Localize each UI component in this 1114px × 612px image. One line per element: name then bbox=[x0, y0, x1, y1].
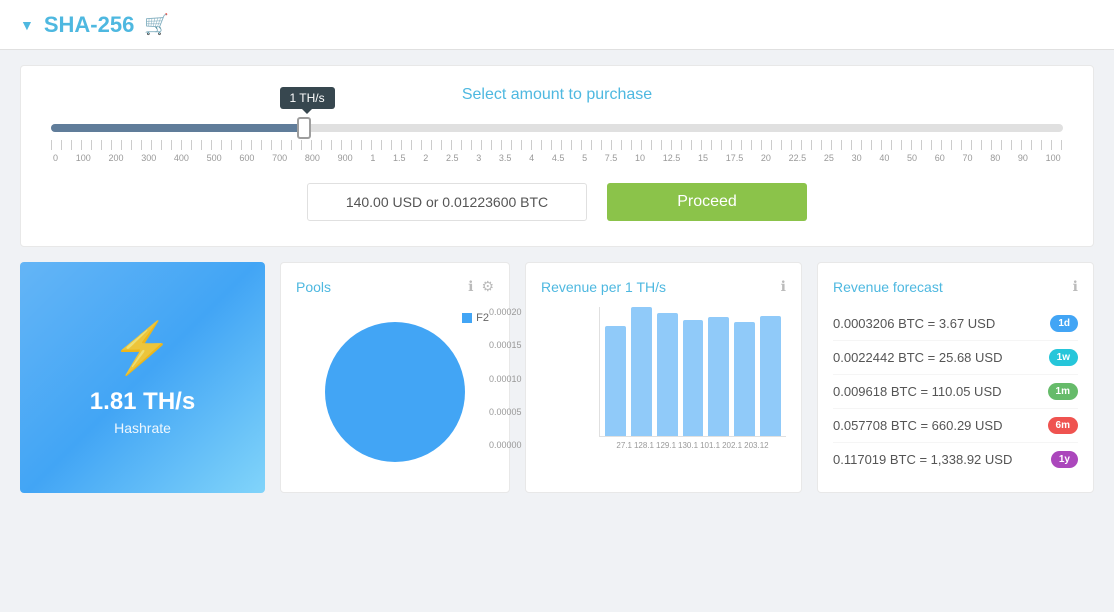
pools-content: F2 bbox=[296, 307, 494, 477]
hashrate-label: Hashrate bbox=[114, 420, 171, 436]
slider-container: 1 TH/s 0 100 200 300 400 500 600 700 800… bbox=[51, 124, 1063, 163]
legend-box bbox=[462, 313, 472, 323]
price-display: 140.00 USD or 0.01223600 BTC bbox=[307, 183, 587, 221]
forecast-value-1y: 0.117019 BTC = 1,338.92 USD bbox=[833, 452, 1012, 467]
forecast-row-1m: 0.009618 BTC = 110.05 USD 1m bbox=[833, 375, 1078, 409]
revenue-forecast-card: Revenue forecast ℹ 0.0003206 BTC = 3.67 … bbox=[817, 262, 1094, 493]
forecast-value-6m: 0.057708 BTC = 660.29 USD bbox=[833, 418, 1002, 433]
revenue-title: Revenue per 1 TH/s bbox=[541, 279, 666, 295]
purchase-card: Select amount to purchase 1 TH/s 0 100 2… bbox=[20, 65, 1094, 247]
forecast-title: Revenue forecast bbox=[833, 279, 943, 295]
top-bar: ▼ SHA-256 🛒 bbox=[0, 0, 1114, 50]
bar-2 bbox=[631, 307, 652, 436]
y-axis-labels: 0.00000 0.00005 0.00010 0.00015 0.00020 bbox=[489, 307, 522, 450]
tick-marks: 0 100 200 300 400 500 600 700 800 900 1 … bbox=[51, 153, 1063, 163]
bar-area bbox=[599, 307, 786, 437]
revenue-per-th-card: Revenue per 1 TH/s ℹ 0.00000 0.00005 0.0… bbox=[525, 262, 802, 493]
forecast-row-1w: 0.0022442 BTC = 25.68 USD 1w bbox=[833, 341, 1078, 375]
pie-chart bbox=[325, 322, 465, 462]
dropdown-arrow-icon[interactable]: ▼ bbox=[20, 17, 34, 33]
forecast-badge-1m: 1m bbox=[1048, 383, 1078, 400]
forecast-value-1d: 0.0003206 BTC = 3.67 USD bbox=[833, 316, 995, 331]
forecast-row-1y: 0.117019 BTC = 1,338.92 USD 1y bbox=[833, 443, 1078, 476]
pools-title: Pools bbox=[296, 279, 331, 295]
info-icon[interactable]: ℹ bbox=[1073, 278, 1078, 295]
legend-label: F2 bbox=[476, 312, 489, 324]
forecast-value-1w: 0.0022442 BTC = 25.68 USD bbox=[833, 350, 1002, 365]
forecast-value-1m: 0.009618 BTC = 110.05 USD bbox=[833, 384, 1002, 399]
forecast-badge-6m: 6m bbox=[1048, 417, 1078, 434]
x-axis-labels: 27.1 128.1 129.1 130.1 101.1 202.1 203.1… bbox=[599, 441, 786, 450]
proceed-button[interactable]: Proceed bbox=[607, 183, 807, 221]
forecast-icons: ℹ bbox=[1073, 278, 1078, 295]
bar-6 bbox=[734, 322, 755, 436]
revenue-header: Revenue per 1 TH/s ℹ bbox=[541, 278, 786, 295]
lightning-icon: ⚡ bbox=[111, 319, 173, 378]
hashrate-card: ⚡ 1.81 TH/s Hashrate bbox=[20, 262, 265, 493]
bar-chart: 0.00000 0.00005 0.00010 0.00015 0.00020 bbox=[541, 307, 786, 467]
ruler-bar bbox=[51, 140, 1063, 150]
bar-7 bbox=[760, 316, 781, 436]
forecast-badge-1y: 1y bbox=[1051, 451, 1078, 468]
forecast-header: Revenue forecast ℹ bbox=[833, 278, 1078, 295]
algorithm-title: SHA-256 bbox=[44, 12, 134, 38]
pools-card: Pools ℹ ⚙ F2 bbox=[280, 262, 510, 493]
bar-4 bbox=[683, 320, 704, 436]
forecast-row-1d: 0.0003206 BTC = 3.67 USD 1d bbox=[833, 307, 1078, 341]
cart-icon[interactable]: 🛒 bbox=[144, 12, 169, 37]
forecast-row-6m: 0.057708 BTC = 660.29 USD 6m bbox=[833, 409, 1078, 443]
bar-1 bbox=[605, 326, 626, 436]
cards-row: ⚡ 1.81 TH/s Hashrate Pools ℹ ⚙ F2 bbox=[20, 262, 1094, 493]
slider-tooltip: 1 TH/s bbox=[280, 87, 335, 109]
page-title: ▼ SHA-256 🛒 bbox=[20, 12, 169, 38]
purchase-bottom: 140.00 USD or 0.01223600 BTC Proceed bbox=[51, 183, 1063, 221]
forecast-badge-1d: 1d bbox=[1050, 315, 1078, 332]
slider-track: 1 TH/s bbox=[51, 124, 1063, 132]
pools-icons: ℹ ⚙ bbox=[468, 278, 494, 295]
slider-fill bbox=[51, 124, 304, 132]
slider-thumb[interactable]: 1 TH/s bbox=[297, 117, 311, 139]
info-icon[interactable]: ℹ bbox=[468, 278, 473, 295]
pools-header: Pools ℹ ⚙ bbox=[296, 278, 494, 295]
hashrate-value: 1.81 TH/s bbox=[90, 388, 195, 416]
forecast-rows: 0.0003206 BTC = 3.67 USD 1d 0.0022442 BT… bbox=[833, 307, 1078, 476]
pools-legend: F2 bbox=[462, 312, 489, 324]
bar-5 bbox=[708, 317, 729, 436]
purchase-title: Select amount to purchase bbox=[51, 86, 1063, 104]
revenue-icons: ℹ bbox=[781, 278, 786, 295]
main-content: Select amount to purchase 1 TH/s 0 100 2… bbox=[0, 50, 1114, 508]
settings-icon[interactable]: ⚙ bbox=[481, 278, 494, 295]
forecast-badge-1w: 1w bbox=[1049, 349, 1078, 366]
bar-3 bbox=[657, 313, 678, 436]
info-icon[interactable]: ℹ bbox=[781, 278, 786, 295]
